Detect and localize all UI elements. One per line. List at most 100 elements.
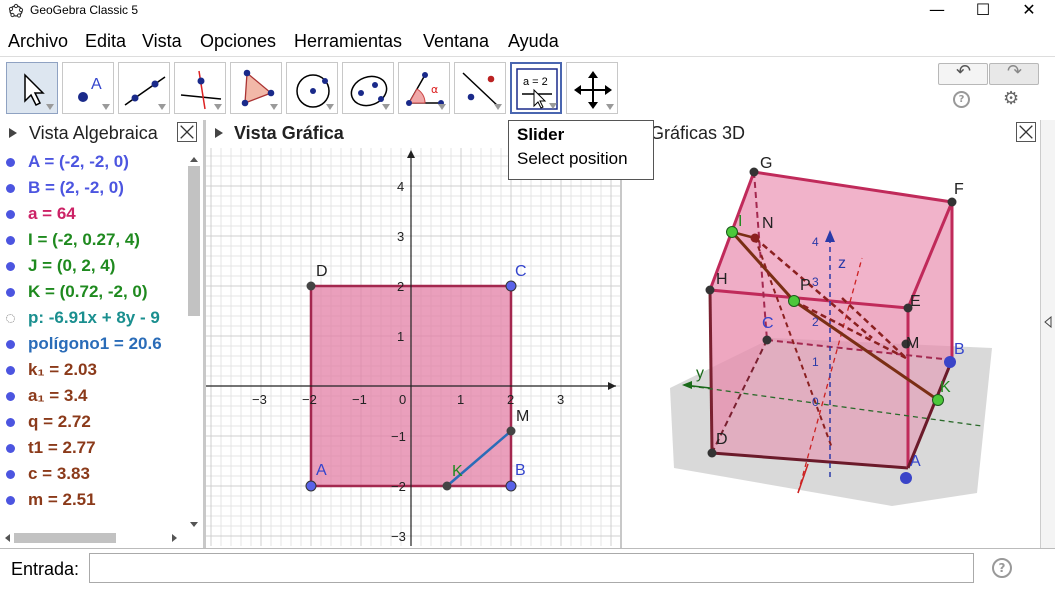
visibility-dot-icon[interactable] bbox=[6, 236, 15, 245]
settings-gear-icon[interactable]: ⚙ bbox=[1003, 88, 1019, 109]
input-help-icon[interactable]: ? bbox=[992, 558, 1012, 578]
move-graphics-tool-button[interactable] bbox=[566, 62, 618, 114]
menu-ayuda[interactable]: Ayuda bbox=[508, 31, 559, 52]
y-tick-label: −2 bbox=[391, 479, 406, 494]
algebra-horizontal-scrollbar[interactable] bbox=[0, 530, 186, 546]
algebra-item-text: t1 = 2.77 bbox=[28, 438, 96, 457]
svg-text:y: y bbox=[696, 365, 704, 382]
line-tool-button[interactable] bbox=[118, 62, 170, 114]
algebra-item[interactable]: B = (2, -2, 0) bbox=[0, 176, 186, 202]
svg-text:2: 2 bbox=[812, 315, 819, 329]
algebra-item-text: k₁ = 2.03 bbox=[28, 360, 97, 379]
point-tool-button[interactable]: A bbox=[62, 62, 114, 114]
algebra-item[interactable]: c = 3.83 bbox=[0, 462, 186, 488]
visibility-dot-icon[interactable] bbox=[6, 158, 15, 167]
algebra-item[interactable]: p: -6.91x + 8y - 9 bbox=[0, 306, 186, 332]
minimize-button[interactable]: — bbox=[914, 0, 960, 22]
visibility-dot-icon[interactable] bbox=[6, 418, 15, 427]
graphics3d-view[interactable]: 4 3 2 1 0 G F H E D M N P I C B A K z y bbox=[622, 148, 1040, 546]
svg-text:A: A bbox=[91, 76, 102, 93]
algebra-vertical-scrollbar[interactable] bbox=[186, 152, 202, 532]
tooltip-body: Select position bbox=[517, 149, 628, 168]
redo-button[interactable]: ↷ bbox=[989, 61, 1039, 85]
polygon-tool-button[interactable] bbox=[230, 62, 282, 114]
visibility-dot-icon[interactable] bbox=[6, 314, 15, 323]
visibility-dot-icon[interactable] bbox=[6, 444, 15, 453]
algebra-item[interactable]: q = 2.72 bbox=[0, 410, 186, 436]
point-a bbox=[305, 480, 317, 492]
conic-tool-button[interactable] bbox=[342, 62, 394, 114]
visibility-dot-icon[interactable] bbox=[6, 210, 15, 219]
svg-text:K: K bbox=[940, 379, 951, 396]
svg-text:M: M bbox=[906, 335, 919, 352]
label-d: D bbox=[316, 263, 328, 280]
algebra-item-text: a₁ = 3.4 bbox=[28, 386, 88, 405]
slider-tool-button[interactable]: a = 2 bbox=[510, 62, 562, 114]
close-graphics3d-icon[interactable] bbox=[1016, 122, 1036, 142]
svg-text:a = 2: a = 2 bbox=[523, 76, 548, 88]
visibility-dot-icon[interactable] bbox=[6, 184, 15, 193]
geogebra-logo-icon bbox=[8, 3, 24, 18]
menu-opciones[interactable]: Opciones bbox=[200, 31, 276, 52]
svg-text:1: 1 bbox=[812, 355, 819, 369]
algebra-item[interactable]: k₁ = 2.03 bbox=[0, 358, 186, 384]
menu-herramientas[interactable]: Herramientas bbox=[294, 31, 402, 52]
graphics-view-title: Vista Gráfica bbox=[234, 123, 344, 143]
visibility-dot-icon[interactable] bbox=[6, 288, 15, 297]
x-tick-label: 2 bbox=[507, 392, 514, 407]
graphics-view[interactable]: −3 −2 −1 0 1 2 3 4 3 2 1 −1 −2 −3 D C A B M K bbox=[206, 148, 620, 546]
label-b: B bbox=[515, 462, 526, 479]
algebra-item[interactable]: polígono1 = 20.6 bbox=[0, 332, 186, 358]
point-c-3d bbox=[762, 335, 772, 345]
collapse-triangle-icon[interactable] bbox=[214, 127, 224, 139]
visibility-dot-icon[interactable] bbox=[6, 496, 15, 505]
point-m bbox=[506, 426, 516, 436]
angle-tool-button[interactable]: α bbox=[398, 62, 450, 114]
menu-archivo[interactable]: Archivo bbox=[8, 31, 68, 52]
svg-text:F: F bbox=[954, 181, 964, 198]
algebra-item[interactable]: t1 = 2.77 bbox=[0, 436, 186, 462]
input-field[interactable] bbox=[89, 553, 974, 583]
algebra-item[interactable]: m = 2.51 bbox=[0, 488, 186, 514]
title-bar: GeoGebra Classic 5 — ☐ ✕ bbox=[0, 0, 1055, 24]
algebra-item[interactable]: a = 64 bbox=[0, 202, 186, 228]
toolbar-help-icon[interactable]: ? bbox=[953, 91, 970, 108]
circle-tool-button[interactable] bbox=[286, 62, 338, 114]
maximize-button[interactable]: ☐ bbox=[960, 0, 1006, 22]
menu-ventana[interactable]: Ventana bbox=[423, 31, 489, 52]
algebra-item[interactable]: K = (0.72, -2, 0) bbox=[0, 280, 186, 306]
reflect-tool-button[interactable] bbox=[454, 62, 506, 114]
point-a-3d bbox=[900, 472, 912, 484]
right-edge-strip[interactable] bbox=[1040, 120, 1055, 548]
expand-panel-icon[interactable] bbox=[1044, 316, 1052, 328]
algebra-item-text: J = (0, 2, 4) bbox=[28, 256, 116, 275]
point-i-3d bbox=[726, 226, 738, 238]
undo-button[interactable]: ↶ bbox=[938, 61, 988, 85]
label-a: A bbox=[316, 462, 327, 479]
close-window-button[interactable]: ✕ bbox=[1006, 0, 1052, 22]
menu-vista[interactable]: Vista bbox=[142, 31, 182, 52]
perpendicular-tool-button[interactable] bbox=[174, 62, 226, 114]
algebra-item-text: c = 3.83 bbox=[28, 464, 90, 483]
visibility-dot-icon[interactable] bbox=[6, 262, 15, 271]
algebra-view: A = (-2, -2, 0) B = (2, -2, 0) a = 64 I = (… bbox=[0, 148, 203, 546]
svg-text:E: E bbox=[910, 293, 921, 310]
visibility-dot-icon[interactable] bbox=[6, 470, 15, 479]
collapse-triangle-icon[interactable] bbox=[8, 127, 18, 139]
y-tick-label: 4 bbox=[397, 179, 404, 194]
algebra-item[interactable]: A = (-2, -2, 0) bbox=[0, 150, 186, 176]
undo-icon: ↶ bbox=[956, 61, 972, 82]
close-algebra-icon[interactable] bbox=[177, 122, 197, 142]
visibility-dot-icon[interactable] bbox=[6, 392, 15, 401]
algebra-item[interactable]: a₁ = 3.4 bbox=[0, 384, 186, 410]
move-tool-button[interactable] bbox=[6, 62, 58, 114]
menu-edita[interactable]: Edita bbox=[85, 31, 126, 52]
svg-text:4: 4 bbox=[812, 235, 819, 249]
visibility-dot-icon[interactable] bbox=[6, 366, 15, 375]
slider-tooltip: Slider Select position bbox=[508, 120, 654, 180]
algebra-item[interactable]: I = (-2, 0.27, 4) bbox=[0, 228, 186, 254]
y-tick-label: 2 bbox=[397, 279, 404, 294]
visibility-dot-icon[interactable] bbox=[6, 340, 15, 349]
algebra-item-text: B = (2, -2, 0) bbox=[28, 178, 124, 197]
algebra-item[interactable]: J = (0, 2, 4) bbox=[0, 254, 186, 280]
